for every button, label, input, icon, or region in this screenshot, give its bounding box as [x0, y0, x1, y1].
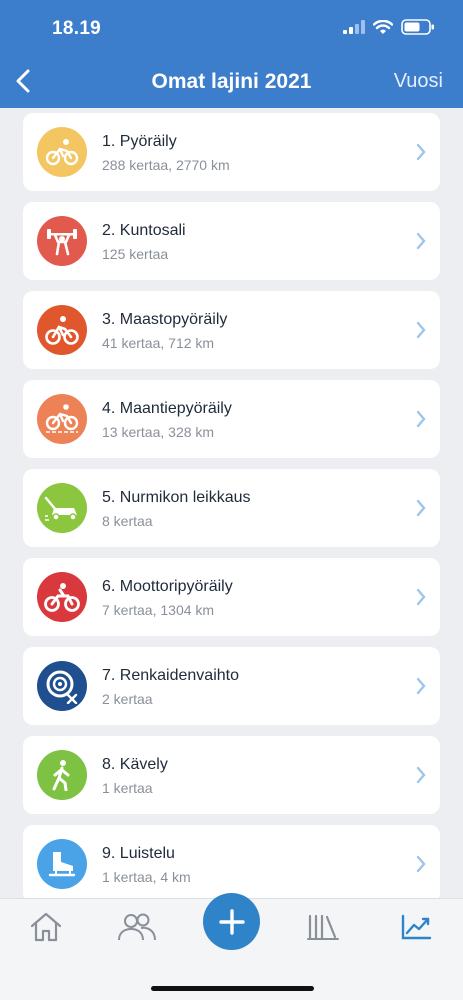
home-icon: [30, 912, 62, 942]
home-indicator: [151, 986, 314, 991]
tab-home[interactable]: [26, 909, 66, 945]
item-title: 1. Pyöräily: [102, 133, 177, 150]
header: 18.19 Omat lajini 2021 Vuosi: [0, 0, 463, 108]
chevron-right-icon: [416, 143, 426, 161]
weightlifting-icon: [37, 216, 87, 266]
item-title: 9. Luistelu: [102, 845, 175, 862]
tab-stats[interactable]: [396, 909, 436, 945]
item-title: 8. Kävely: [102, 756, 168, 773]
list-item[interactable]: 4. Maantiepyöräily 13 kertaa, 328 km: [23, 380, 440, 458]
chevron-right-icon: [416, 410, 426, 428]
wifi-icon: [373, 19, 393, 34]
walking-icon: [37, 750, 87, 800]
activity-list[interactable]: 1. Pyöräily 288 kertaa, 2770 km 2. Kunto…: [0, 108, 463, 898]
add-button[interactable]: [203, 893, 260, 950]
list-item[interactable]: 1. Pyöräily 288 kertaa, 2770 km: [23, 113, 440, 191]
item-subtitle: 7 kertaa, 1304 km: [102, 602, 215, 618]
status-icons: [343, 19, 435, 35]
item-subtitle: 41 kertaa, 712 km: [102, 335, 215, 351]
list-item[interactable]: 5. Nurmikon leikkaus 8 kertaa: [23, 469, 440, 547]
lawn-mower-icon: [37, 483, 87, 533]
status-time: 18.19: [52, 18, 102, 39]
tab-bar: [0, 893, 463, 1000]
signal-icon: [343, 20, 365, 34]
road-bike-icon: [37, 394, 87, 444]
tab-friends[interactable]: [117, 909, 157, 945]
list-item[interactable]: 3. Maastopyöräily 41 kertaa, 712 km: [23, 291, 440, 369]
item-subtitle: 8 kertaa: [102, 513, 153, 529]
item-title: 4. Maantiepyöräily: [102, 400, 232, 417]
chevron-right-icon: [416, 499, 426, 517]
chevron-right-icon: [416, 232, 426, 250]
tire-change-icon: [37, 661, 87, 711]
nav-bar: Omat lajini 2021 Vuosi: [0, 56, 463, 108]
mountain-bike-icon: [37, 305, 87, 355]
item-subtitle: 125 kertaa: [102, 246, 169, 262]
list-item[interactable]: 6. Moottoripyöräily 7 kertaa, 1304 km: [23, 558, 440, 636]
bicycle-icon: [37, 127, 87, 177]
item-title: 2. Kuntosali: [102, 222, 186, 239]
item-subtitle: 1 kertaa, 4 km: [102, 869, 191, 885]
add-icon: [218, 908, 245, 935]
chevron-right-icon: [416, 855, 426, 873]
list-item[interactable]: 8. Kävely 1 kertaa: [23, 736, 440, 814]
chevron-right-icon: [416, 588, 426, 606]
list-item[interactable]: 9. Luistelu 1 kertaa, 4 km: [23, 825, 440, 898]
item-subtitle: 13 kertaa, 328 km: [102, 424, 215, 440]
year-button[interactable]: Vuosi: [394, 70, 443, 93]
list-item[interactable]: 7. Renkaidenvaihto 2 kertaa: [23, 647, 440, 725]
motorcycle-icon: [37, 572, 87, 622]
battery-icon: [401, 19, 434, 35]
chevron-right-icon: [416, 766, 426, 784]
chevron-right-icon: [416, 677, 426, 695]
friends-icon: [118, 913, 156, 941]
tab-library[interactable]: [303, 909, 343, 945]
stats-icon: [401, 914, 432, 940]
list-item[interactable]: 2. Kuntosali 125 kertaa: [23, 202, 440, 280]
item-subtitle: 288 kertaa, 2770 km: [102, 157, 230, 173]
item-subtitle: 1 kertaa: [102, 780, 153, 796]
library-icon: [307, 914, 339, 940]
status-bar: 18.19: [0, 0, 463, 56]
chevron-right-icon: [416, 321, 426, 339]
item-title: 7. Renkaidenvaihto: [102, 667, 239, 684]
item-title: 3. Maastopyöräily: [102, 311, 228, 328]
item-title: 5. Nurmikon leikkaus: [102, 489, 251, 506]
item-subtitle: 2 kertaa: [102, 691, 153, 707]
item-title: 6. Moottoripyöräily: [102, 578, 233, 595]
ice-skate-icon: [37, 839, 87, 889]
